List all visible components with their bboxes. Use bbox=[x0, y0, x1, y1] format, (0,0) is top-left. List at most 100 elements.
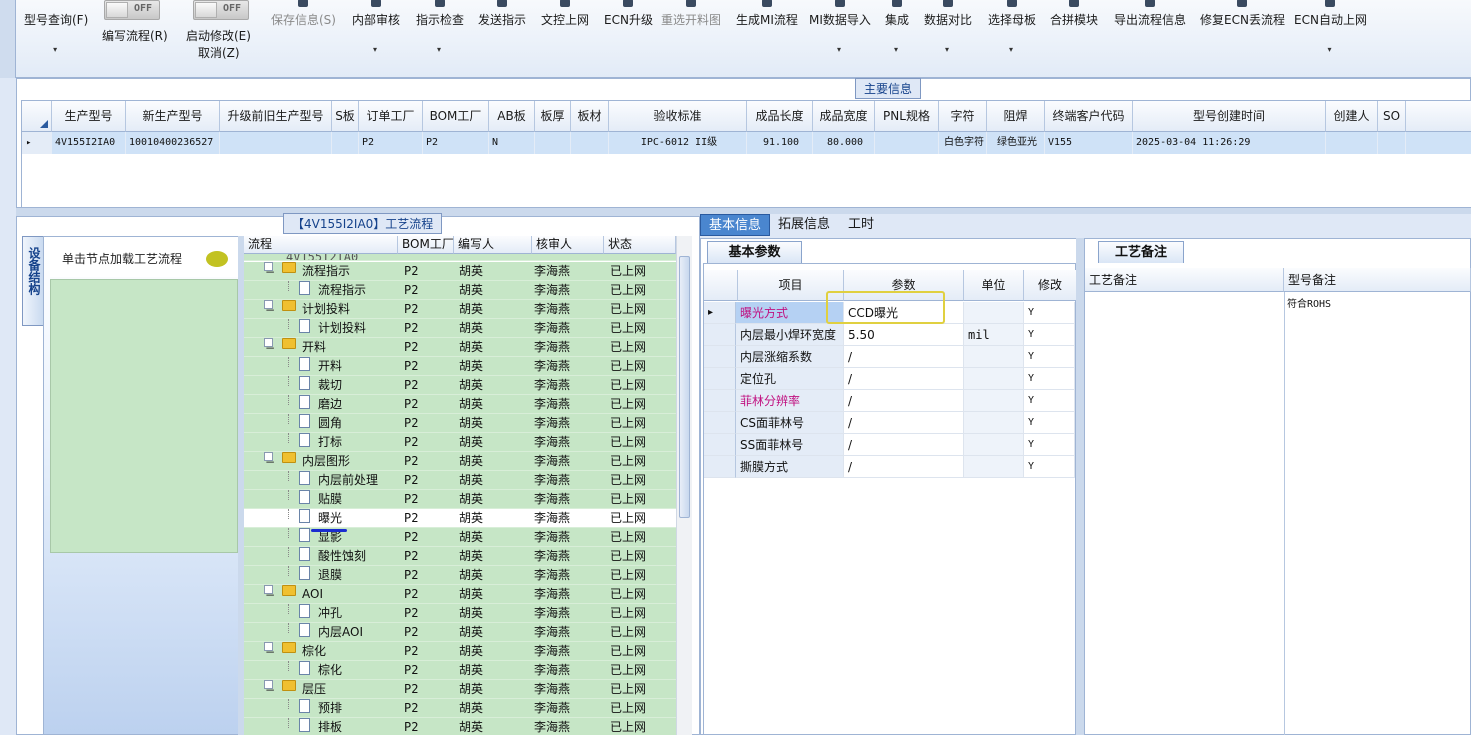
tree-scrollbar[interactable] bbox=[676, 236, 692, 735]
tree-row[interactable]: 退膜 P2 胡英 李海燕 已上网 bbox=[244, 566, 676, 585]
param-modifiable[interactable]: Y bbox=[1024, 346, 1075, 368]
table-cell[interactable]: 80.000 bbox=[813, 132, 875, 154]
tab-basic-params[interactable]: 基本参数 bbox=[707, 241, 802, 263]
table-cell[interactable]: 4V155I2IA0 bbox=[52, 132, 126, 154]
column-header[interactable]: S板 bbox=[332, 101, 359, 132]
toolbar-button-11[interactable]: 生成MI流程 bbox=[736, 0, 798, 28]
collapse-toggle-icon[interactable]: − bbox=[264, 642, 275, 659]
chevron-down-icon[interactable]: ▾ bbox=[837, 45, 841, 54]
tree-row[interactable]: 曝光 P2 胡英 李海燕 已上网 bbox=[244, 509, 676, 528]
tab-work-hours[interactable]: 工时 bbox=[840, 214, 882, 236]
toolbar-button-6[interactable]: 指示检查 ▾ bbox=[416, 0, 464, 54]
column-header[interactable]: 成品宽度 bbox=[813, 101, 875, 132]
tree-row[interactable]: − 棕化 P2 胡英 李海燕 已上网 bbox=[244, 642, 676, 661]
toolbar-button-1[interactable]: 编写流程(R) bbox=[102, 27, 168, 44]
column-header[interactable]: 板材 bbox=[571, 101, 609, 132]
tree-row[interactable]: − 开料 P2 胡英 李海燕 已上网 bbox=[244, 338, 676, 357]
toolbar-button-9[interactable]: ECN升级 bbox=[604, 0, 653, 28]
toolbar-button-17[interactable]: 导出流程信息 bbox=[1114, 0, 1186, 28]
param-unit[interactable] bbox=[964, 368, 1024, 390]
tree-column-header[interactable]: 流程 bbox=[244, 236, 398, 254]
table-cell[interactable] bbox=[1378, 132, 1406, 154]
param-row[interactable]: 内层最小焊环宽度 5.50 mil Y bbox=[704, 324, 1077, 346]
side-tab-equipment[interactable]: 设备结构 bbox=[22, 236, 43, 326]
tree-row[interactable]: − 层压 P2 胡英 李海燕 已上网 bbox=[244, 680, 676, 699]
chevron-down-icon[interactable]: ▾ bbox=[945, 45, 949, 54]
toolbar-button-2[interactable]: 启动修改(E) bbox=[186, 27, 251, 44]
param-row[interactable]: SS面菲林号 / Y bbox=[704, 434, 1077, 456]
chevron-down-icon[interactable]: ▾ bbox=[894, 45, 898, 54]
param-modifiable[interactable]: Y bbox=[1024, 412, 1075, 434]
table-cell[interactable]: 2025-03-04 11:26:29 bbox=[1133, 132, 1326, 154]
column-header[interactable]: AB板 bbox=[489, 101, 535, 132]
table-cell[interactable]: V155 bbox=[1045, 132, 1133, 154]
param-row[interactable]: CS面菲林号 / Y bbox=[704, 412, 1077, 434]
tree-row[interactable]: − AOI P2 胡英 李海燕 已上网 bbox=[244, 585, 676, 604]
table-cell[interactable]: 绿色亚光 bbox=[987, 132, 1045, 154]
chevron-down-icon[interactable]: ▾ bbox=[1009, 45, 1013, 54]
param-column-header[interactable]: 修改 bbox=[1024, 270, 1077, 301]
param-row[interactable]: 撕膜方式 / Y bbox=[704, 456, 1077, 478]
param-unit[interactable] bbox=[964, 434, 1024, 456]
table-cell[interactable] bbox=[332, 132, 359, 154]
tree-row[interactable]: 冲孔 P2 胡英 李海燕 已上网 bbox=[244, 604, 676, 623]
tree-row[interactable]: 圆角 P2 胡英 李海燕 已上网 bbox=[244, 414, 676, 433]
param-value[interactable]: / bbox=[844, 368, 964, 390]
start-modify-toggle[interactable]: OFF bbox=[193, 0, 249, 20]
toolbar-button-10[interactable]: 重选开料图 bbox=[661, 0, 721, 28]
collapse-toggle-icon[interactable]: − bbox=[264, 452, 275, 469]
table-cell[interactable]: P2 bbox=[423, 132, 489, 154]
edit-flow-toggle[interactable]: OFF bbox=[104, 0, 160, 20]
tree-row[interactable]: 贴膜 P2 胡英 李海燕 已上网 bbox=[244, 490, 676, 509]
table-cell[interactable] bbox=[571, 132, 609, 154]
table-cell[interactable] bbox=[1326, 132, 1378, 154]
collapse-toggle-icon[interactable]: − bbox=[264, 338, 275, 355]
chevron-down-icon[interactable]: ▾ bbox=[53, 45, 57, 54]
param-modifiable[interactable]: Y bbox=[1024, 324, 1075, 346]
param-unit[interactable] bbox=[964, 412, 1024, 434]
table-cell[interactable]: 91.100 bbox=[747, 132, 813, 154]
table-cell[interactable]: IPC-6012 II级 bbox=[609, 132, 747, 154]
toolbar-button-4[interactable]: 保存信息(S) bbox=[271, 0, 336, 28]
vertical-splitter-right[interactable] bbox=[1076, 238, 1084, 735]
param-unit[interactable]: mil bbox=[964, 324, 1024, 346]
toolbar-button-5[interactable]: 内部审核 ▾ bbox=[352, 0, 400, 54]
chevron-down-icon[interactable]: ▾ bbox=[373, 45, 377, 54]
table-cell[interactable]: N bbox=[489, 132, 535, 154]
column-header[interactable]: 阻焊 bbox=[987, 101, 1045, 132]
collapse-toggle-icon[interactable]: − bbox=[264, 585, 275, 602]
table-cell[interactable] bbox=[875, 132, 939, 154]
column-header[interactable]: 订单工厂 bbox=[359, 101, 423, 132]
param-modifiable[interactable]: Y bbox=[1024, 456, 1075, 478]
column-header[interactable]: 型号创建时间 bbox=[1133, 101, 1326, 132]
tree-row[interactable]: 显影 P2 胡英 李海燕 已上网 bbox=[244, 528, 676, 547]
tree-column-header[interactable]: 状态 bbox=[604, 236, 676, 254]
tree-row[interactable]: 流程指示 P2 胡英 李海燕 已上网 bbox=[244, 281, 676, 300]
column-header[interactable]: 终端客户代码 bbox=[1045, 101, 1133, 132]
table-cell[interactable]: 10010400236527 bbox=[126, 132, 220, 154]
tree-row[interactable]: 计划投料 P2 胡英 李海燕 已上网 bbox=[244, 319, 676, 338]
tree-row[interactable]: 酸性蚀刻 P2 胡英 李海燕 已上网 bbox=[244, 547, 676, 566]
param-value[interactable]: / bbox=[844, 346, 964, 368]
tree-row[interactable]: − 内层图形 P2 胡英 李海燕 已上网 bbox=[244, 452, 676, 471]
param-row[interactable]: 菲林分辨率 / Y bbox=[704, 390, 1077, 412]
table-cell[interactable] bbox=[535, 132, 571, 154]
param-unit[interactable] bbox=[964, 302, 1024, 324]
toolbar-button-8[interactable]: 文控上网 bbox=[541, 0, 589, 28]
tab-extended-info[interactable]: 拓展信息 bbox=[770, 214, 838, 236]
tree-column-header[interactable]: 编写人 bbox=[454, 236, 532, 254]
toolbar-button-3[interactable]: 取消(Z) bbox=[198, 44, 240, 61]
toolbar-button-12[interactable]: MI数据导入 ▾ bbox=[809, 0, 871, 54]
param-unit[interactable] bbox=[964, 390, 1024, 412]
toolbar-button-0[interactable]: 型号查询(F) ▾ bbox=[24, 11, 88, 54]
column-header[interactable]: 字符 bbox=[939, 101, 987, 132]
load-area[interactable] bbox=[50, 279, 238, 553]
tree-row[interactable]: 打标 P2 胡英 李海燕 已上网 bbox=[244, 433, 676, 452]
tree-row[interactable]: − 计划投料 P2 胡英 李海燕 已上网 bbox=[244, 300, 676, 319]
column-header[interactable]: PNL规格 bbox=[875, 101, 939, 132]
param-unit[interactable] bbox=[964, 346, 1024, 368]
param-value[interactable]: / bbox=[844, 434, 964, 456]
toolbar-button-19[interactable]: ECN自动上网 ▾ bbox=[1294, 0, 1367, 54]
collapse-toggle-icon[interactable]: − bbox=[264, 262, 275, 279]
tree-row[interactable]: 内层前处理 P2 胡英 李海燕 已上网 bbox=[244, 471, 676, 490]
